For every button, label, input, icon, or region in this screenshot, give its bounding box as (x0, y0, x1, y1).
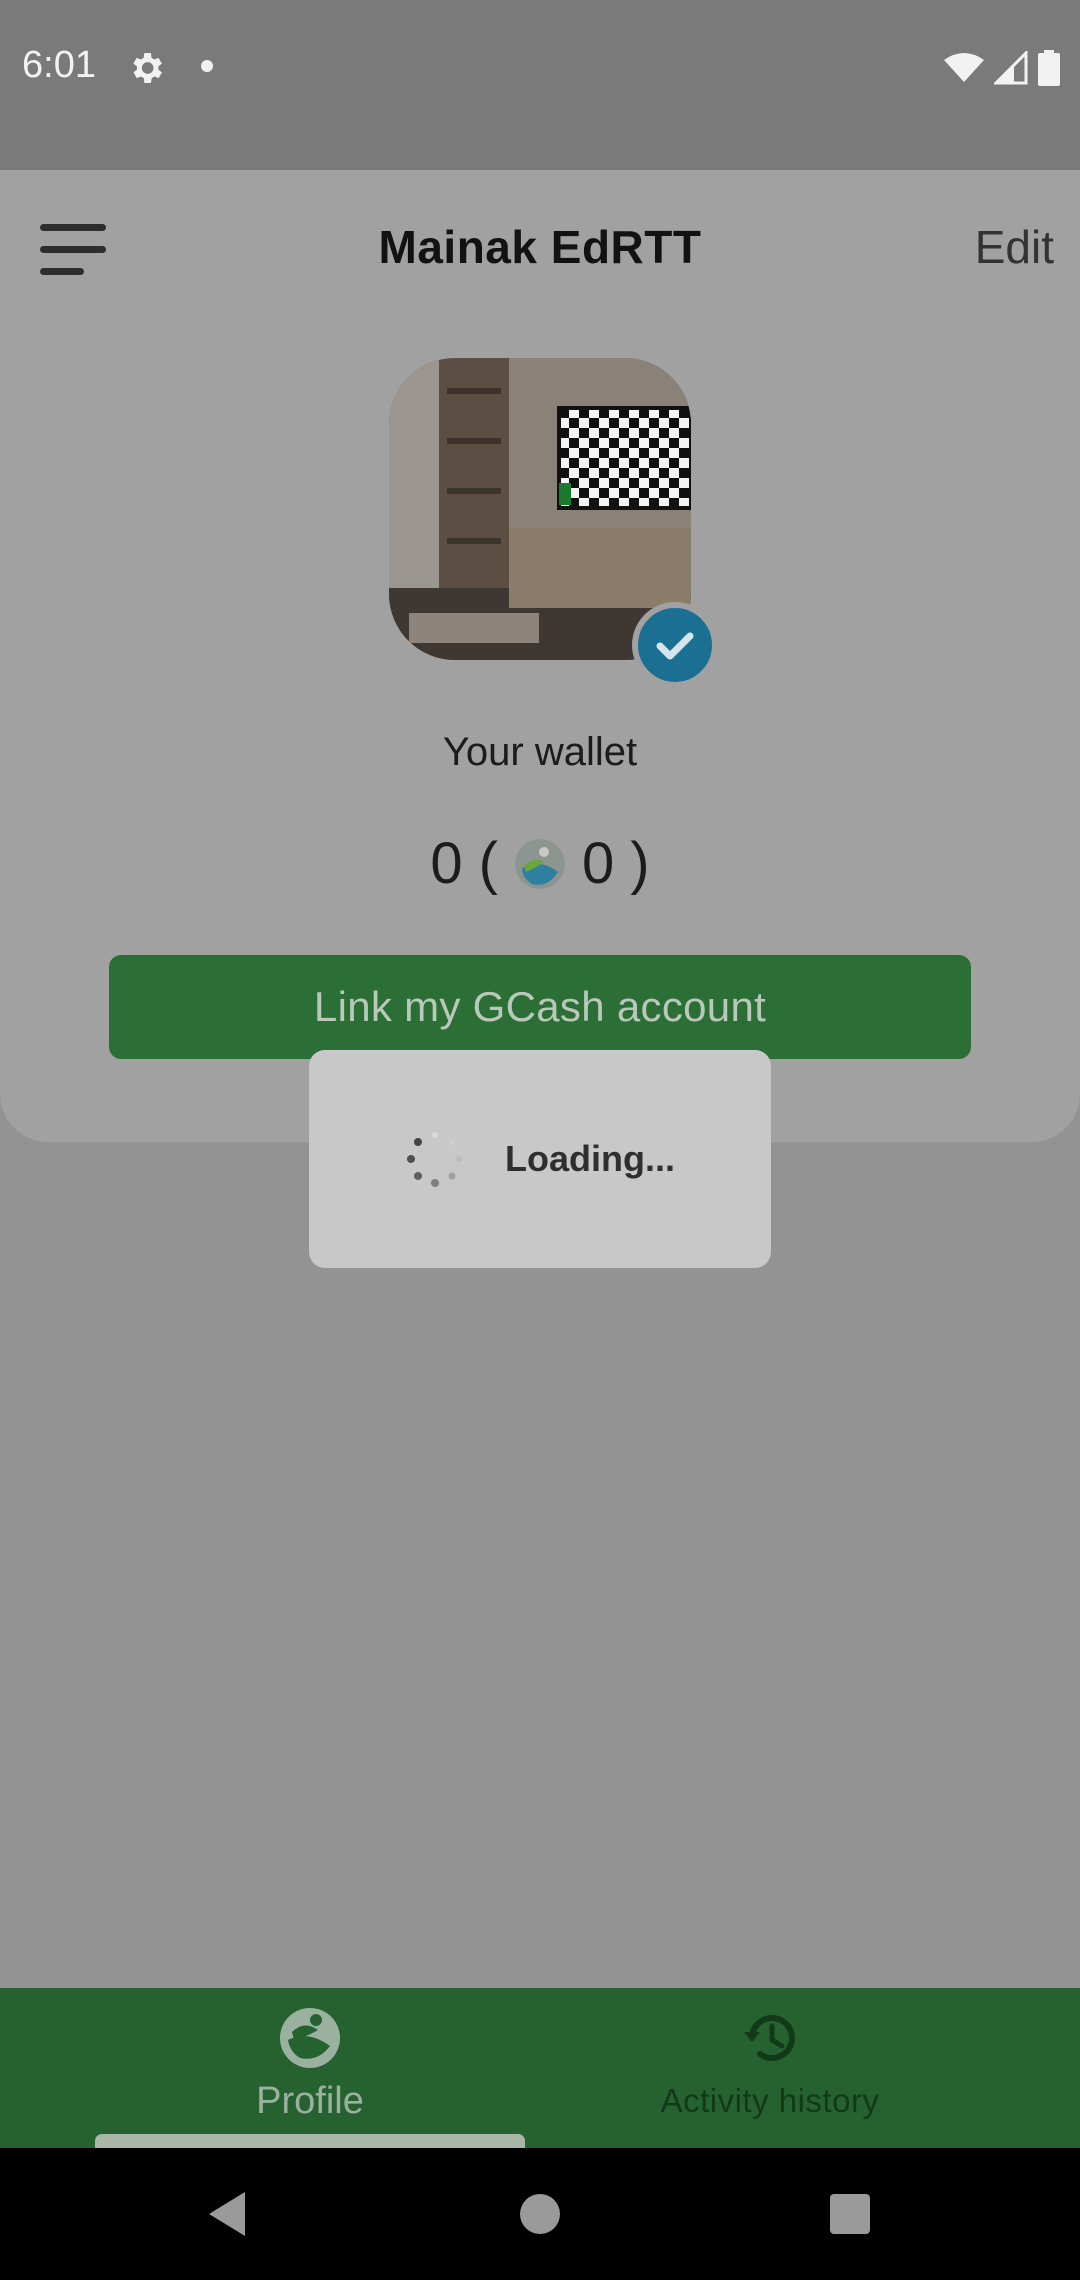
loading-spinner-icon (407, 1132, 462, 1187)
wallet-balance-value: 0 (430, 831, 463, 896)
loading-text: Loading... (505, 1138, 675, 1179)
battery-icon (1038, 50, 1060, 86)
notification-dot-icon (201, 60, 213, 72)
wallet-balance: 0 ( 0 ) (0, 830, 1080, 897)
recent-apps-icon[interactable] (830, 2194, 870, 2234)
wallet-paren-close: ) (630, 831, 650, 896)
status-indicators (944, 48, 1060, 88)
system-nav-bar (0, 2148, 1080, 2280)
nav-label-activity-history: Activity history (660, 2082, 880, 2119)
verified-check-icon (632, 602, 718, 688)
status-time: 6:01 (22, 44, 96, 86)
page-title: Mainak EdRTT (378, 221, 702, 273)
back-icon[interactable] (205, 2190, 249, 2238)
home-indicator (95, 2134, 525, 2148)
status-bar: 6:01 (0, 0, 1080, 170)
history-icon (744, 2015, 795, 2061)
nav-item-profile[interactable]: Profile (180, 2006, 440, 2136)
nav-item-activity-history[interactable]: Activity history (620, 2006, 920, 2136)
nav-label-profile: Profile (256, 2080, 364, 2122)
loading-dialog: Loading... (309, 1050, 771, 1268)
link-gcash-button[interactable]: Link my GCash account (109, 955, 971, 1059)
cell-signal-icon (994, 51, 1028, 85)
wallet-label: Your wallet (442, 730, 638, 774)
home-icon[interactable] (520, 2194, 560, 2234)
wallet-paren-open: ( (478, 831, 498, 896)
settings-gear-icon (133, 53, 162, 83)
coin-balance-value: 0 (582, 831, 615, 896)
edit-button[interactable]: Edit (975, 220, 1054, 274)
coin-logo-icon (515, 838, 565, 889)
bottom-nav: Profile Activity history (0, 1988, 1080, 2148)
profile-logo-icon (280, 2008, 340, 2068)
profile-card: Mainak EdRTT Edit Your wallet 0 (0) Li… (0, 170, 1080, 1142)
wifi-icon (944, 53, 984, 82)
